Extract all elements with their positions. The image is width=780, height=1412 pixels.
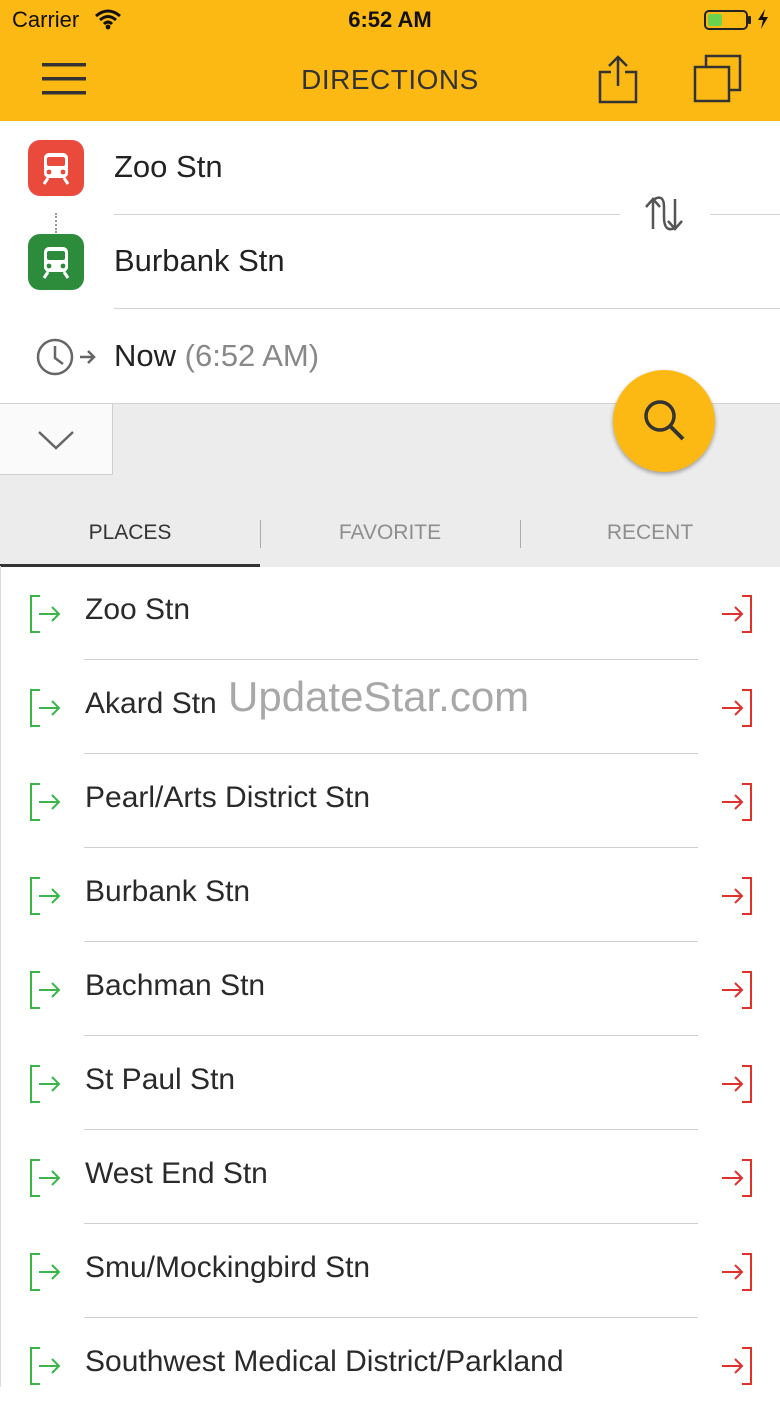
- place-name: Pearl/Arts District Stn: [85, 781, 371, 814]
- chevron-down-icon: [38, 431, 74, 450]
- status-time: 6:52 AM: [348, 7, 432, 32]
- place-name: Akard Stn: [85, 687, 217, 720]
- place-name: Southwest Medical District/Parkland: [85, 1345, 564, 1378]
- list-item[interactable]: Pearl/Arts District Stn: [1, 754, 780, 848]
- share-icon: [598, 55, 638, 104]
- list-item[interactable]: Southwest Medical District/Parkland: [1, 1318, 780, 1412]
- set-origin-icon[interactable]: [28, 781, 62, 828]
- place-name: West End Stn: [85, 1157, 268, 1190]
- list-item[interactable]: Bachman Stn: [1, 942, 780, 1036]
- set-destination-icon[interactable]: [720, 875, 754, 922]
- list-item[interactable]: Zoo Stn: [1, 566, 780, 660]
- set-destination-icon[interactable]: [720, 687, 754, 734]
- share-button[interactable]: [596, 54, 640, 111]
- battery-icon: [704, 9, 752, 36]
- copy-button[interactable]: [692, 54, 744, 109]
- list-item[interactable]: St Paul Stn: [1, 1036, 780, 1130]
- set-destination-icon[interactable]: [720, 1345, 754, 1392]
- departure-time-field[interactable]: Now (6:52 AM): [114, 338, 319, 374]
- swap-icon: [645, 196, 683, 231]
- copy-icon: [693, 54, 742, 103]
- place-name: Burbank Stn: [85, 875, 251, 908]
- set-destination-icon[interactable]: [720, 1251, 754, 1298]
- tab-bar: PLACES FAVORITE RECENT: [0, 500, 780, 567]
- place-name: St Paul Stn: [85, 1063, 236, 1096]
- set-destination-icon[interactable]: [720, 593, 754, 640]
- time-clock-label: (6:52 AM): [184, 338, 320, 373]
- tab-places[interactable]: PLACES: [0, 500, 260, 566]
- set-destination-icon[interactable]: [720, 1063, 754, 1110]
- destination-field[interactable]: Burbank Stn: [114, 243, 285, 279]
- origin-train-icon: [28, 140, 84, 196]
- options-bar: PLACES FAVORITE RECENT: [0, 370, 780, 567]
- tab-favorite[interactable]: FAVORITE: [260, 500, 520, 566]
- set-destination-icon[interactable]: [720, 781, 754, 828]
- set-origin-icon[interactable]: [28, 1063, 62, 1110]
- search-icon: [644, 400, 685, 441]
- place-name: Zoo Stn: [85, 593, 191, 626]
- set-origin-icon[interactable]: [28, 1345, 62, 1392]
- route-connector: [55, 213, 57, 233]
- set-origin-icon[interactable]: [28, 875, 62, 922]
- destination-train-icon: [28, 234, 84, 290]
- navigation-bar: DIRECTIONS: [0, 40, 780, 121]
- set-origin-icon[interactable]: [28, 593, 62, 640]
- charging-icon: [756, 8, 770, 35]
- set-origin-icon[interactable]: [28, 969, 62, 1016]
- list-item[interactable]: West End Stn: [1, 1130, 780, 1224]
- tab-recent[interactable]: RECENT: [520, 500, 780, 566]
- watermark: UpdateStar.com: [228, 673, 530, 720]
- set-origin-icon[interactable]: [28, 687, 62, 734]
- place-name: Smu/Mockingbird Stn: [85, 1251, 371, 1284]
- time-now-label: Now: [114, 338, 177, 373]
- clock-icon: [36, 337, 98, 382]
- expand-options-button[interactable]: [0, 404, 113, 475]
- set-destination-icon[interactable]: [720, 1157, 754, 1204]
- list-item[interactable]: Burbank Stn: [1, 848, 780, 942]
- page-title: DIRECTIONS: [301, 64, 479, 95]
- route-panel: Zoo Stn Burbank Stn Now (6:52 AM): [0, 121, 780, 403]
- list-item[interactable]: Smu/Mockingbird Stn: [1, 1224, 780, 1318]
- place-name: Bachman Stn: [85, 969, 266, 1002]
- swap-button[interactable]: [643, 195, 685, 238]
- search-button[interactable]: [613, 370, 715, 472]
- set-origin-icon[interactable]: [28, 1157, 62, 1204]
- set-origin-icon[interactable]: [28, 1251, 62, 1298]
- status-bar: Carrier 6:52 AM: [0, 0, 780, 40]
- set-destination-icon[interactable]: [720, 969, 754, 1016]
- divider: [710, 214, 780, 215]
- origin-field[interactable]: Zoo Stn: [114, 149, 223, 185]
- divider: [114, 308, 780, 309]
- divider: [114, 214, 620, 215]
